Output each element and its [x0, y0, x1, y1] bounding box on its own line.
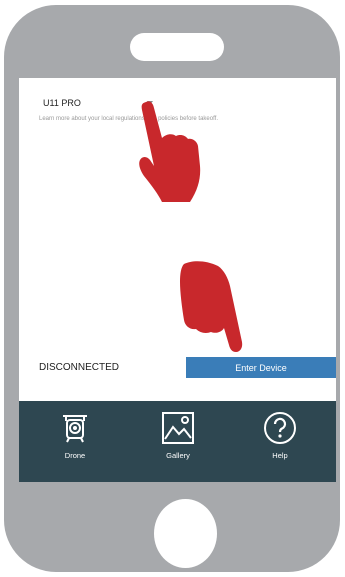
- pointing-hand-icon: [180, 261, 243, 352]
- connection-status: DISCONNECTED: [39, 362, 120, 373]
- phone-speaker: [130, 33, 224, 61]
- help-icon: [264, 412, 296, 444]
- pointing-hand-icon: [139, 101, 201, 202]
- nav-item-help[interactable]: Help: [240, 411, 320, 471]
- nav-label-drone: Drone: [64, 451, 86, 460]
- drone-icon: [63, 415, 87, 443]
- home-button[interactable]: [154, 499, 217, 568]
- nav-item-drone[interactable]: Drone: [35, 411, 115, 471]
- gallery-icon: [162, 412, 194, 444]
- bottom-nav: Drone Gallery Help: [19, 401, 336, 482]
- nav-item-gallery[interactable]: Gallery: [138, 411, 218, 471]
- nav-label-help: Help: [272, 451, 288, 460]
- enter-device-button[interactable]: Enter Device: [186, 357, 336, 378]
- nav-label-gallery: Gallery: [166, 451, 190, 460]
- device-model-selector[interactable]: U11 PRO: [43, 98, 81, 108]
